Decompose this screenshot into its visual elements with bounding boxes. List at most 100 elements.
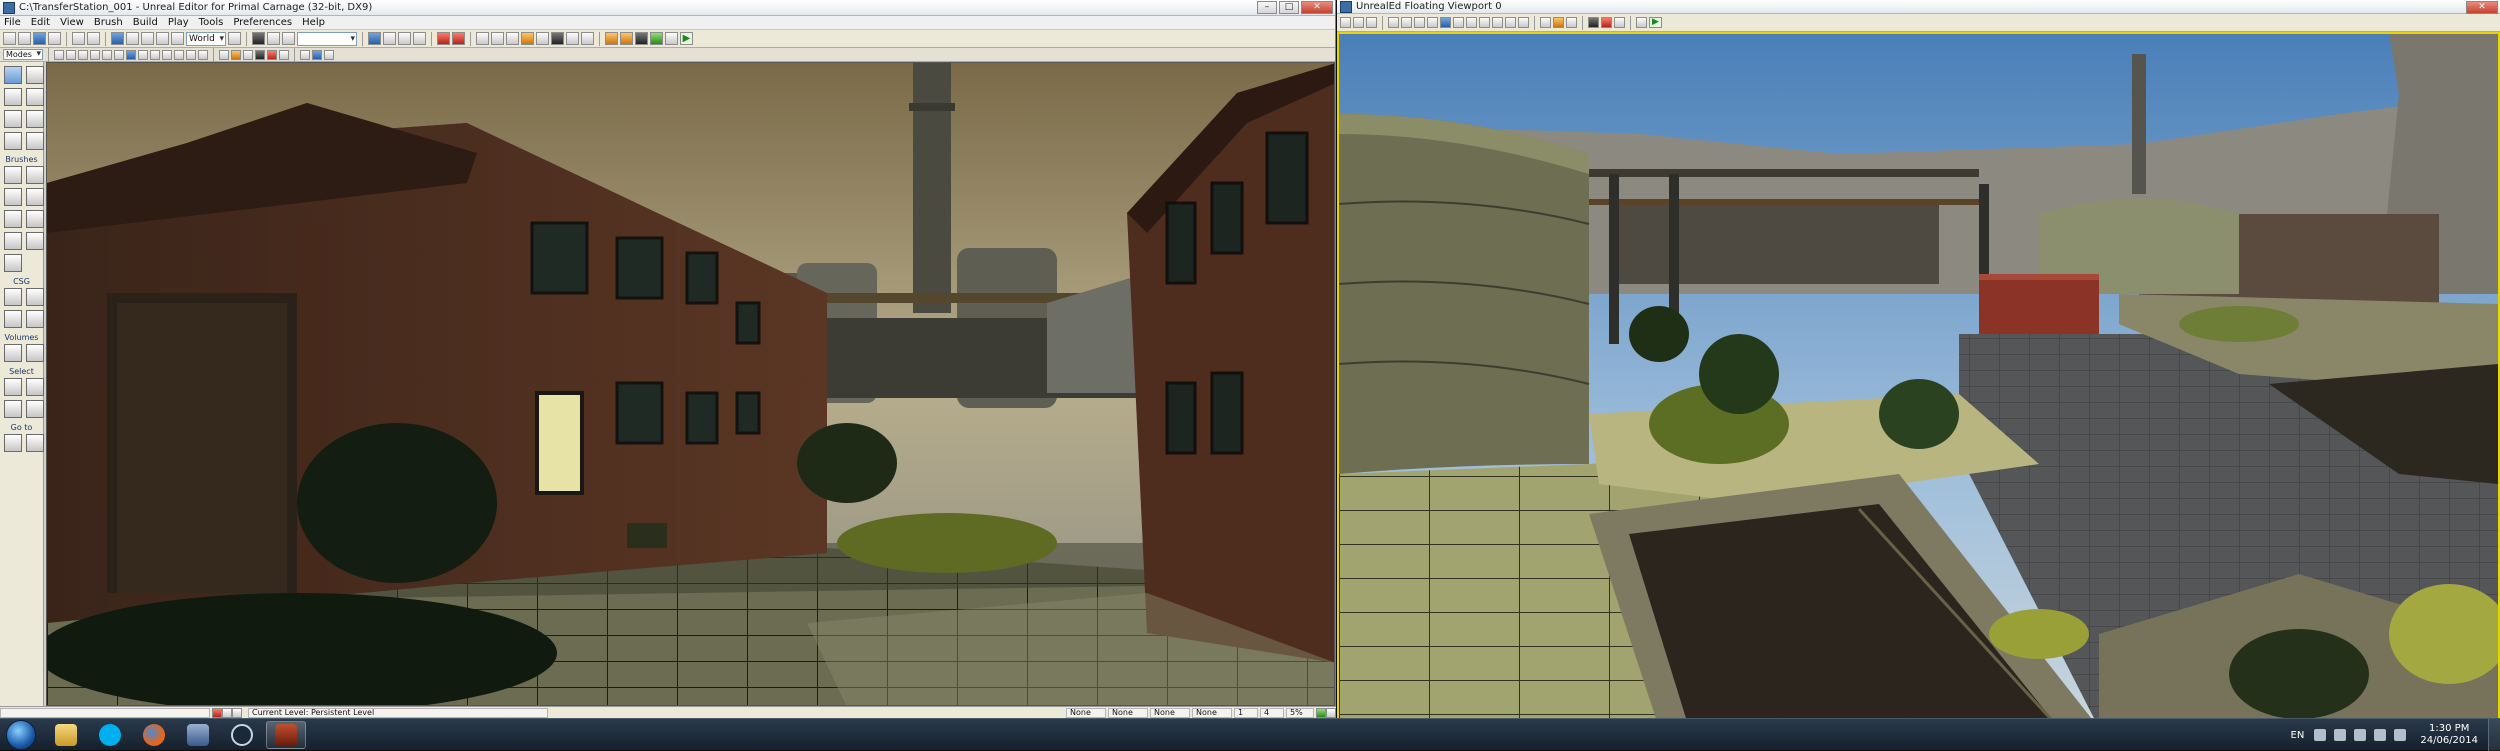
binoculars-icon[interactable] [228,32,241,45]
goto-actor-icon[interactable] [4,434,22,452]
rotate-icon[interactable] [141,32,154,45]
clock[interactable]: 1:30 PM 24/06/2014 [2420,723,2478,747]
start-button[interactable] [6,719,36,750]
console-icon[interactable] [620,32,633,45]
minimize-button[interactable]: – [1257,1,1277,14]
g-mode-icon[interactable] [219,49,229,60]
select-mode-icon[interactable] [111,32,124,45]
ps3-icon[interactable] [650,32,663,45]
generic-browser-icon[interactable] [252,32,265,45]
camera-icon[interactable] [1566,17,1577,28]
tray-flag-icon[interactable] [2334,729,2347,741]
show-flags-icon[interactable] [1366,17,1377,28]
play-in-editor-icon[interactable]: ▶ [680,32,693,45]
tray-up-arrow-icon[interactable] [2314,729,2327,741]
tray-network-icon[interactable] [2374,729,2387,741]
streaming-icon[interactable] [1614,17,1625,28]
play-in-viewport-icon[interactable]: ▶ [1649,17,1662,28]
lit-icon[interactable] [1440,17,1451,28]
perspective-icon[interactable] [1340,17,1351,28]
grid-size-value[interactable]: 1 [1234,707,1258,718]
lock-viewport-icon[interactable] [66,49,76,60]
content-browser-icon[interactable] [605,32,618,45]
menu-edit[interactable]: Edit [31,17,50,28]
build-all-icon[interactable] [536,32,549,45]
status-settings-icon[interactable] [1326,707,1336,718]
collision-icon[interactable] [1518,17,1529,28]
translate-icon[interactable] [126,32,139,45]
editor-titlebar[interactable]: C:\TransferStation_001 - Unreal Editor f… [0,0,1335,16]
task-steam[interactable] [222,721,262,749]
add-special-icon[interactable] [26,344,44,362]
menu-view[interactable]: View [60,17,84,28]
spiral-stair-brush-icon[interactable] [4,232,22,250]
p-icon[interactable] [413,32,426,45]
build-paths-icon[interactable] [506,32,519,45]
postprocess-icon[interactable] [1588,17,1599,28]
maximize-viewport-icon[interactable] [300,49,310,60]
brush-wire-icon[interactable] [102,49,112,60]
play-in-viewport-icon[interactable] [312,49,322,60]
redo-icon[interactable] [87,32,100,45]
scale-snap-value[interactable]: 5% [1286,707,1314,718]
menu-tools[interactable]: Tools [199,17,224,28]
g-mode-icon[interactable] [1540,17,1551,28]
texture-density-icon[interactable] [1466,17,1477,28]
task-firefox[interactable] [134,721,174,749]
menu-preferences[interactable]: Preferences [233,17,292,28]
build-lighting-icon[interactable] [491,32,504,45]
perspective-viewport[interactable] [46,62,1335,706]
menu-brush[interactable]: Brush [94,17,123,28]
actor-classes-icon[interactable] [267,32,280,45]
light-complexity-icon[interactable] [1453,17,1464,28]
show-flags-icon[interactable] [78,49,88,60]
status-drag-grid-icon[interactable] [222,707,232,718]
level-browser-icon[interactable] [282,32,295,45]
texture-density-icon[interactable] [162,49,172,60]
csg-deintersect-icon[interactable] [26,310,44,328]
task-unreal-editor[interactable] [266,720,306,749]
cube-brush-icon[interactable] [4,166,22,184]
maximize-button[interactable]: □ [1279,1,1299,14]
menu-play[interactable]: Play [168,17,189,28]
menu-build[interactable]: Build [133,17,158,28]
csg-intersect-icon[interactable] [4,310,22,328]
actor-icon[interactable] [437,32,450,45]
lightmap-density-icon[interactable] [186,49,196,60]
scale-icon[interactable] [156,32,169,45]
lighting-only-icon[interactable] [138,49,148,60]
search-combo[interactable] [297,31,357,46]
open-file-icon[interactable] [18,32,31,45]
pie-settings-icon[interactable] [665,32,678,45]
scale-nonuniform-icon[interactable] [171,32,184,45]
postprocess-icon[interactable] [255,49,265,60]
terrain-mode-icon[interactable] [4,88,22,106]
tray-monitor-icon[interactable] [2354,729,2367,741]
close-button[interactable]: ✕ [1301,1,1333,14]
sheet-brush-icon[interactable] [26,210,44,228]
new-file-icon[interactable] [3,32,16,45]
save-all-icon[interactable] [48,32,61,45]
light-complexity-icon[interactable] [150,49,160,60]
camera-mode-icon[interactable] [4,66,22,84]
undo-icon[interactable] [72,32,85,45]
coordinate-system-dropdown[interactable]: World [186,31,226,46]
properties-icon[interactable] [398,32,411,45]
reflections-icon[interactable] [198,49,208,60]
tray-volume-icon[interactable] [2394,729,2407,741]
invert-selection-icon[interactable] [4,400,22,418]
csg-add-icon[interactable] [4,288,22,306]
stats-icon[interactable] [566,32,579,45]
unlit-icon[interactable] [114,49,124,60]
task-unreal-frontend[interactable] [178,721,218,749]
goto-builder-brush-icon[interactable] [26,434,44,452]
snap-icon[interactable] [324,49,334,60]
lightmap-density-icon[interactable] [1492,17,1503,28]
shader-complexity-icon[interactable] [174,49,184,60]
meshpaint-mode-icon[interactable] [4,110,22,128]
foliage-mode-icon[interactable] [26,132,44,150]
status-lock-icon[interactable] [232,707,242,718]
floating-close-button[interactable]: ✕ [2466,1,2498,14]
lighting-only-icon[interactable] [1427,17,1438,28]
static-mesh-mode-icon[interactable] [26,110,44,128]
